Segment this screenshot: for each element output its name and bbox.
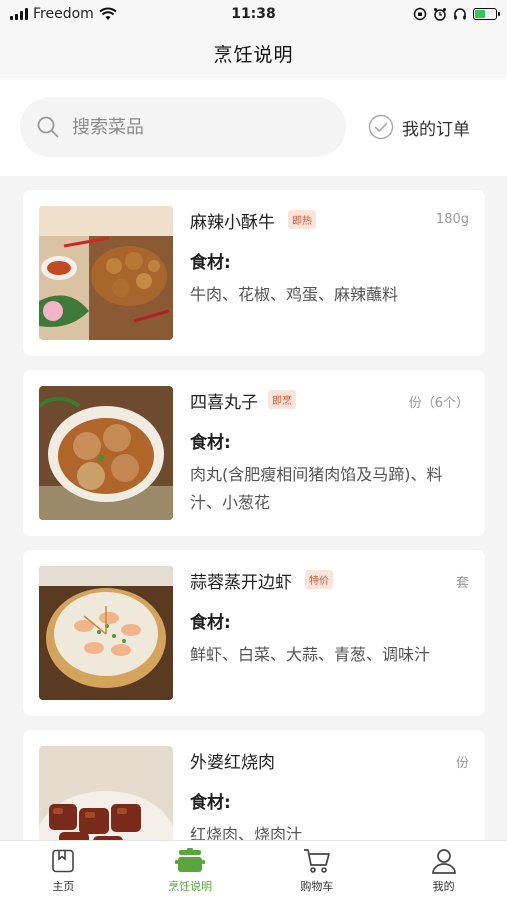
status-bar-right <box>413 7 500 21</box>
ingredients-text: 牛肉、花椒、鸡蛋、麻辣蘸料 <box>190 285 399 304</box>
dish-unit: 份 <box>455 756 469 771</box>
pot-icon <box>175 847 206 872</box>
dish-card[interactable]: 蒜蓉蒸开边虾 特价 套 食材: 鲜虾、白菜、大蒜、青葱、调味汁 <box>23 550 485 716</box>
user-icon <box>431 848 456 874</box>
tab-cart[interactable]: 购物车 <box>254 841 381 900</box>
tab-label: 主页 <box>52 879 75 893</box>
carrier-name: Freedom <box>33 6 94 22</box>
headphones-icon <box>454 8 466 20</box>
dish-name: 外婆红烧肉 <box>190 753 275 773</box>
search-area: 我的订单 <box>0 78 507 176</box>
tab-profile[interactable]: 我的 <box>380 841 507 900</box>
dish-card[interactable]: 麻辣小酥牛 即热 180g 食材: 牛肉、花椒、鸡蛋、麻辣蘸料 <box>23 190 485 356</box>
dish-image <box>39 566 173 700</box>
status-bar: Freedom 11:38 <box>0 0 507 28</box>
dish-tag: 即热 <box>288 210 316 229</box>
cart-icon <box>303 848 330 873</box>
navigation-bar: 烹饪说明 <box>0 28 507 78</box>
my-orders-label: 我的订单 <box>402 119 470 140</box>
dish-image <box>39 386 173 520</box>
dish-name: 四喜丸子 <box>190 393 258 413</box>
dish-tag: 特价 <box>305 570 333 589</box>
rotation-lock-icon <box>413 7 427 21</box>
ingredients-label: 食材: <box>190 613 231 633</box>
battery-icon <box>473 8 500 20</box>
dish-unit: 份（6个） <box>408 396 469 411</box>
signal-icon <box>10 8 28 20</box>
tab-label: 我的 <box>432 879 455 893</box>
ingredients-label: 食材: <box>190 253 231 273</box>
dish-card[interactable]: 四喜丸子 即烹 份（6个） 食材: 肉丸(含肥瘦相间猪肉馅及马蹄)、料汁、小葱花 <box>23 370 485 536</box>
home-icon <box>52 849 75 872</box>
dish-tag: 即烹 <box>268 390 296 409</box>
dish-unit: 180g <box>435 212 469 227</box>
ingredients-label: 食材: <box>190 433 231 453</box>
wifi-icon <box>99 7 117 20</box>
ingredients-label: 食材: <box>190 793 231 813</box>
check-circle-icon <box>368 114 394 140</box>
alarm-icon <box>434 8 446 21</box>
page-title: 烹饪说明 <box>213 43 294 66</box>
dish-unit: 套 <box>455 576 469 591</box>
tab-label: 购物车 <box>300 879 334 893</box>
dish-list: 麻辣小酥牛 即热 180g 食材: 牛肉、花椒、鸡蛋、麻辣蘸料 四喜丸子 即烹 … <box>23 190 485 900</box>
tab-home[interactable]: 主页 <box>0 841 127 900</box>
search-box[interactable] <box>20 97 346 157</box>
ingredients-text: 肉丸(含肥瘦相间猪肉馅及马蹄)、料汁、小葱花 <box>190 465 443 512</box>
dish-name: 麻辣小酥牛 <box>190 213 275 233</box>
tab-cooking-instructions[interactable]: 烹饪说明 <box>127 841 254 900</box>
dish-name: 蒜蓉蒸开边虾 <box>190 573 292 593</box>
search-icon <box>37 116 59 138</box>
my-orders-button[interactable]: 我的订单 <box>368 114 470 140</box>
search-input[interactable] <box>72 116 302 138</box>
bottom-tab-bar: 主页 烹饪说明 购物车 我的 <box>0 840 507 900</box>
status-bar-left: Freedom <box>10 6 117 22</box>
ingredients-text: 鲜虾、白菜、大蒜、青葱、调味汁 <box>190 645 431 664</box>
dish-image <box>39 206 173 340</box>
tab-label: 烹饪说明 <box>168 879 213 893</box>
